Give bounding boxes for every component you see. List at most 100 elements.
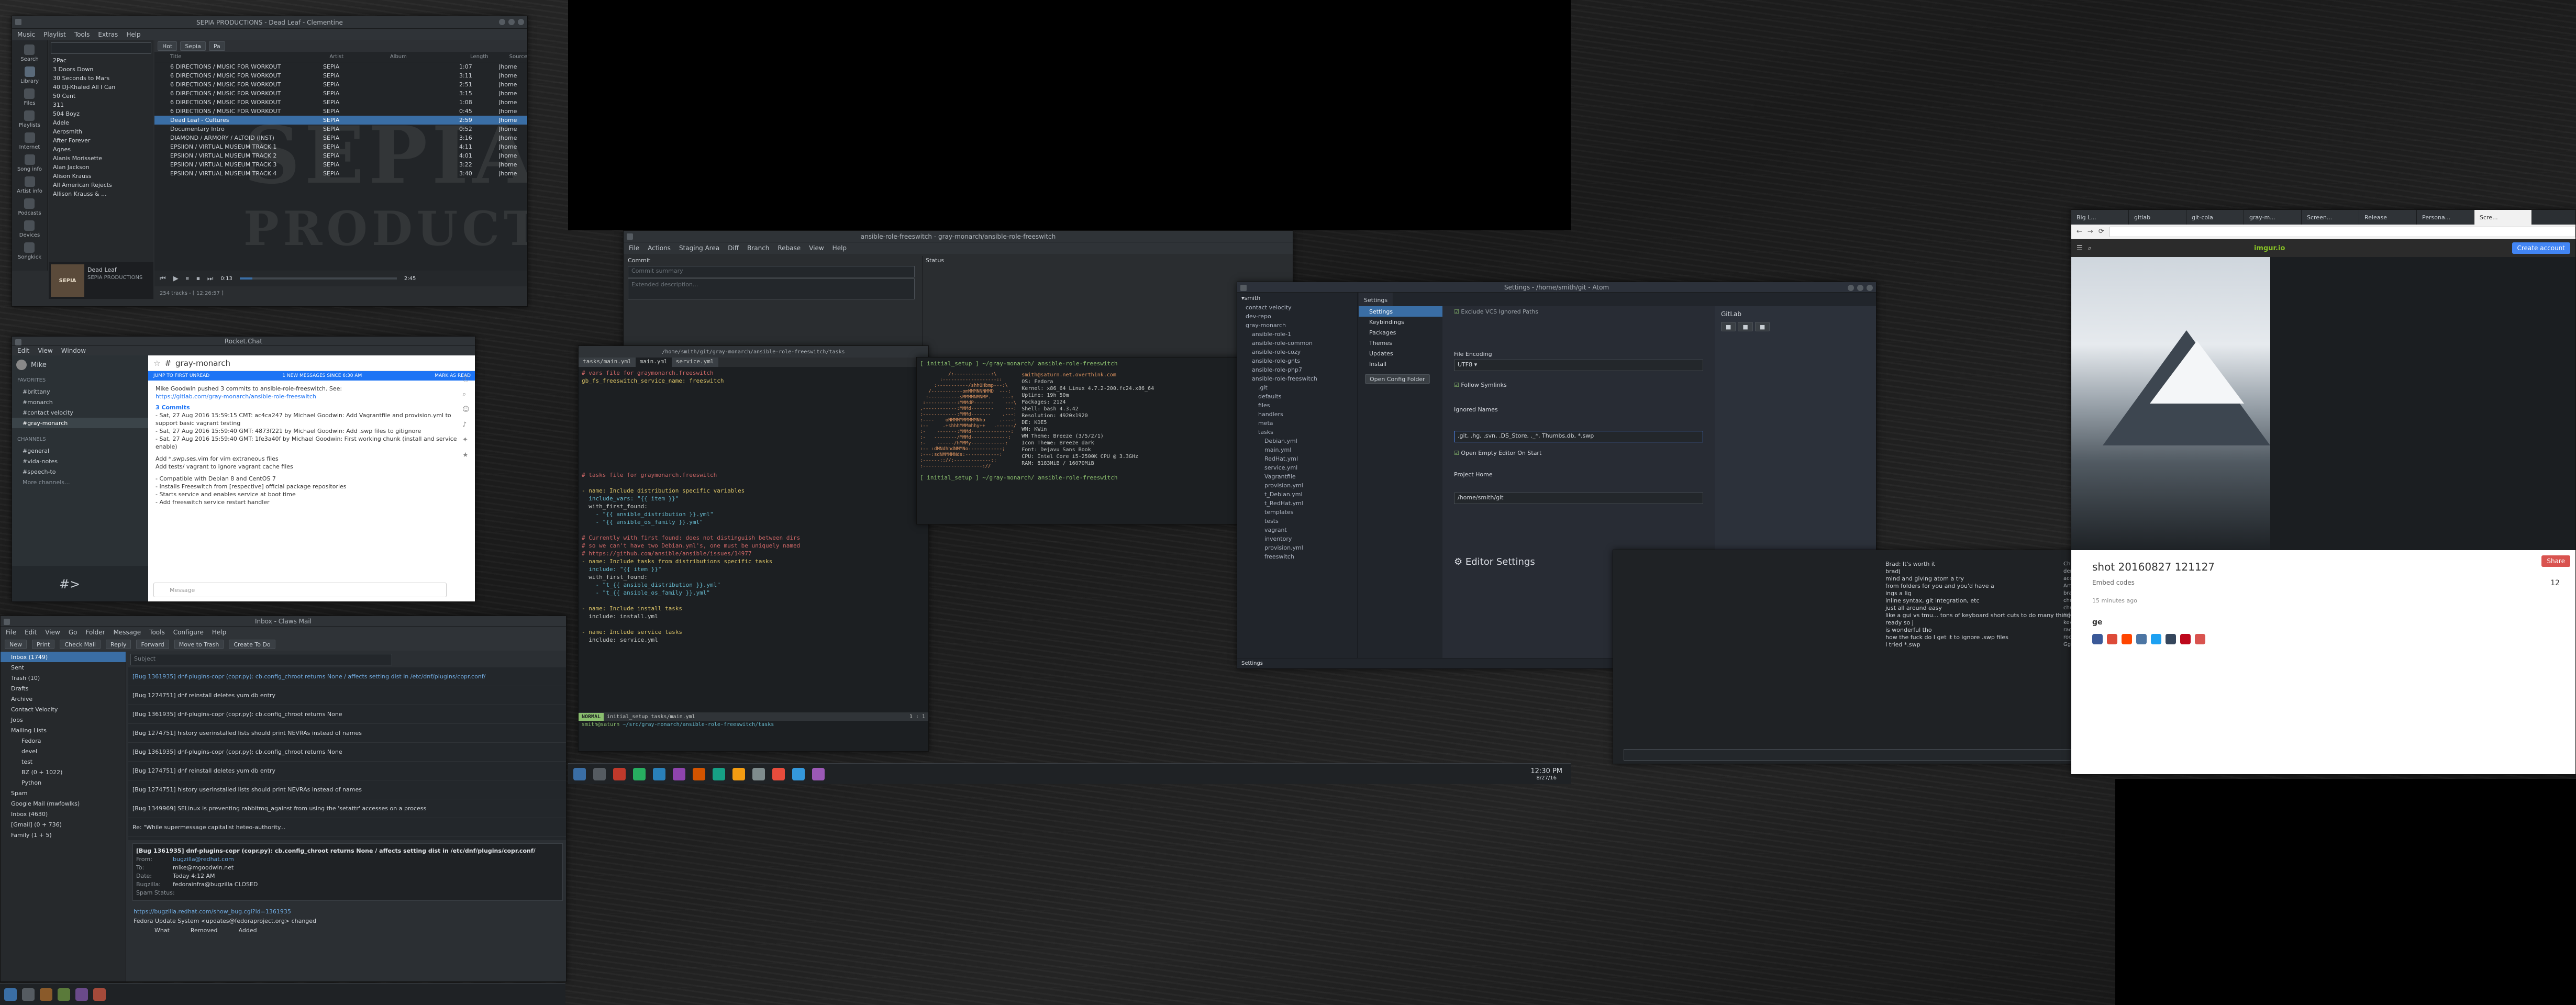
task-icon[interactable] — [713, 767, 725, 780]
gitlab-button[interactable]: ■ — [1738, 322, 1753, 331]
project-home-input[interactable]: /home/smith/git — [1454, 493, 1703, 504]
clock[interactable]: 12:30 PM 8/27/16 — [1530, 767, 1571, 781]
sidebar-artist-info[interactable]: Artist info — [17, 176, 42, 194]
bell-icon[interactable]: ♪ — [462, 421, 473, 429]
create-todo-button[interactable]: Create To Do — [229, 640, 275, 649]
folder-item[interactable]: Trash (10) — [1, 673, 126, 683]
twitter-icon[interactable] — [2151, 634, 2161, 644]
track-row[interactable]: 6 DIRECTIONS / MUSIC FOR WORKOUT SEPIA 2:5… — [154, 80, 527, 89]
search-icon[interactable]: ⌕ — [2088, 244, 2092, 252]
sidebar-files[interactable]: Files — [24, 88, 35, 106]
task-icon[interactable] — [673, 767, 685, 780]
app-launcher-icon[interactable] — [4, 988, 17, 1001]
previous-button[interactable]: ⏮ — [160, 275, 166, 283]
message-link[interactable]: https://gitlab.com/gray-monarch/ansible-… — [156, 393, 469, 400]
next-button[interactable]: ⏭ — [207, 275, 214, 283]
gitlab-button[interactable]: ■ — [1721, 322, 1736, 331]
vim-buffer[interactable]: # vars file for graymonarch.freeswitch gb… — [579, 367, 928, 712]
folder-item[interactable]: Jobs — [1, 714, 126, 725]
google-plus-icon[interactable] — [2107, 634, 2117, 644]
nav-settings[interactable]: Settings — [1359, 306, 1442, 317]
hamburger-icon[interactable]: ☰ — [2077, 244, 2083, 252]
task-icon[interactable] — [772, 767, 785, 780]
maximize-button[interactable] — [508, 19, 515, 25]
folder-item[interactable]: Python — [1, 777, 126, 788]
task-icon[interactable] — [812, 767, 825, 780]
browser-tab[interactable]: gitlab — [2129, 210, 2186, 225]
search-input[interactable]: Subject — [130, 654, 392, 665]
channel-item-active[interactable]: # gray-monarch — [12, 418, 148, 428]
tree-item[interactable]: handlers — [1237, 410, 1357, 419]
menu-go[interactable]: Go — [69, 629, 77, 636]
menu-folder[interactable]: Folder — [85, 629, 105, 636]
tree-item[interactable]: dev-repo — [1237, 312, 1357, 321]
menu-help[interactable]: Help — [212, 629, 226, 636]
commit-description-input[interactable]: Extended description... — [628, 278, 915, 299]
menu-staging[interactable]: Staging Area — [679, 244, 719, 252]
tree-item[interactable]: inventory — [1237, 534, 1357, 543]
track-row[interactable]: 6 DIRECTIONS / MUSIC FOR WORKOUT SEPIA 1:0… — [154, 62, 527, 71]
browser-tab[interactable]: Release — [2359, 210, 2417, 225]
menu-help[interactable]: Help — [832, 244, 847, 252]
sidebar-search[interactable]: Search — [20, 44, 39, 62]
reddit-icon[interactable] — [2122, 634, 2132, 644]
library-item[interactable]: Adele — [49, 118, 153, 127]
minimize-button[interactable] — [499, 19, 505, 25]
library-filter-input[interactable] — [51, 42, 151, 54]
menu-view[interactable]: View — [809, 244, 824, 252]
task-icon[interactable] — [93, 988, 106, 1001]
task-icon[interactable] — [693, 767, 705, 780]
folder-item[interactable]: devel — [1, 746, 126, 756]
sidebar-songkick[interactable]: Songkick — [18, 242, 41, 260]
task-icon[interactable] — [40, 988, 52, 1001]
tree-item[interactable]: tasks — [1237, 428, 1357, 437]
task-icon[interactable] — [22, 988, 35, 1001]
checkbox[interactable]: ☑ — [1454, 382, 1459, 388]
preview-from[interactable]: bugzilla@redhat.com — [173, 856, 234, 863]
menu-actions[interactable]: Actions — [648, 244, 671, 252]
folder-item[interactable]: test — [1, 756, 126, 767]
bug-link[interactable]: https://bugzilla.redhat.com/show_bug.cgi… — [134, 907, 562, 917]
playlist-tab[interactable]: Sepia — [180, 41, 206, 51]
site-logo[interactable]: imgur.io — [2254, 244, 2285, 252]
play-button[interactable]: ▶ — [173, 275, 179, 283]
jump-unread-link[interactable]: JUMP TO FIRST UNREAD — [153, 373, 209, 378]
col-length[interactable]: Length — [470, 54, 488, 60]
library-item[interactable]: 30 Seconds to Mars — [49, 74, 153, 83]
nav-install[interactable]: Install — [1359, 359, 1442, 369]
sidebar-podcasts[interactable]: Podcasts — [18, 198, 41, 216]
trash-button[interactable]: Move to Trash — [174, 640, 224, 649]
channel-item[interactable]: # speech-to — [12, 466, 148, 477]
task-icon[interactable] — [633, 767, 646, 780]
folder-item[interactable]: Inbox (1749) — [1, 652, 126, 662]
col-album[interactable]: Album — [390, 54, 449, 60]
tree-item[interactable]: defaults — [1237, 392, 1357, 401]
track-row[interactable]: 6 DIRECTIONS / MUSIC FOR WORKOUT SEPIA 1:0… — [154, 98, 527, 107]
commits-heading[interactable]: 3 Commits — [156, 404, 469, 411]
tab-settings[interactable]: Settings — [1359, 293, 1394, 307]
library-item[interactable]: Allison Krauss & ... — [49, 189, 153, 198]
channel-item[interactable]: # general — [12, 445, 148, 456]
commit-summary-input[interactable]: Commit summary — [628, 266, 915, 277]
sidebar-devices[interactable]: Devices — [19, 220, 40, 238]
library-item[interactable]: Alanis Morissette — [49, 154, 153, 163]
create-account-button[interactable]: Create account — [2512, 242, 2570, 254]
print-button[interactable]: Print — [32, 640, 55, 649]
star-icon[interactable]: ☆ — [153, 359, 160, 368]
tree-item[interactable]: .git — [1237, 383, 1357, 392]
back-icon[interactable]: ← — [2077, 228, 2082, 236]
message-row[interactable]: [Bug 1274751] dnf reinstall deletes yum … — [128, 686, 566, 705]
tree-item[interactable]: ansible-role-php7 — [1237, 365, 1357, 374]
tree-root[interactable]: ▾ smith — [1237, 293, 1357, 303]
task-icon[interactable] — [58, 988, 70, 1001]
folder-item[interactable]: Sent — [1, 662, 126, 673]
menu-edit[interactable]: Edit — [25, 629, 37, 636]
user-name[interactable]: Mike — [31, 361, 47, 369]
stop-button[interactable]: ⏹ — [196, 275, 200, 283]
col-source[interactable]: Source — [509, 54, 527, 60]
maximize-button[interactable] — [1857, 285, 1863, 291]
library-item[interactable]: 504 Boyz — [49, 109, 153, 118]
library-item[interactable]: Alison Krauss — [49, 172, 153, 181]
vim-tab[interactable]: tasks/main.yml — [579, 358, 636, 367]
message-row[interactable]: [Bug 1349969] SELinux is preventing rabb… — [128, 799, 566, 818]
